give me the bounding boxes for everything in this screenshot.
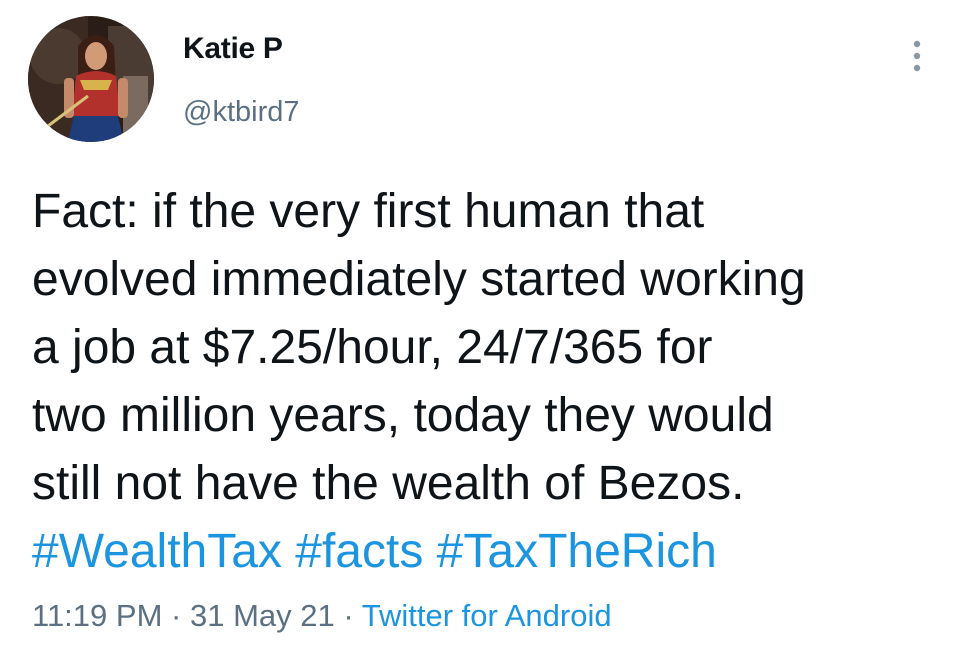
more-vertical-icon[interactable] [903, 36, 931, 76]
tweet-time[interactable]: 11:19 PM [32, 598, 162, 633]
tweet-date[interactable]: 31 May 21 [190, 598, 335, 633]
meta-separator: · [343, 598, 354, 633]
hashtag-wealthtax[interactable]: #WealthTax [32, 525, 282, 578]
hashtag-list: #WealthTax #facts #TaxTheRich [32, 518, 942, 586]
tweet-text-line: a job at $7.25/hour, 24/7/365 for [32, 321, 713, 374]
tweet-text: Fact: if the very first human that evolv… [32, 178, 942, 586]
tweet-meta: 11:19 PM · 31 May 21 · Twitter for Andro… [32, 598, 612, 634]
hashtag-facts[interactable]: #facts [295, 525, 423, 578]
avatar[interactable] [28, 16, 154, 142]
tweet-text-line: two million years, today they would [32, 389, 774, 442]
meta-separator: · [171, 598, 182, 633]
tweet-text-line: evolved immediately started working [32, 253, 806, 306]
avatar-photo-icon [28, 16, 154, 142]
tweet-text-line: still not have the wealth of Bezos. [32, 457, 745, 510]
tweet-text-line: Fact: if the very first human that [32, 185, 705, 238]
tweet-source-link[interactable]: Twitter for Android [362, 598, 612, 633]
user-handle[interactable]: @ktbird7 [183, 96, 299, 129]
hashtag-taxtherich[interactable]: #TaxTheRich [437, 525, 717, 578]
display-name[interactable]: Katie P [183, 32, 283, 66]
